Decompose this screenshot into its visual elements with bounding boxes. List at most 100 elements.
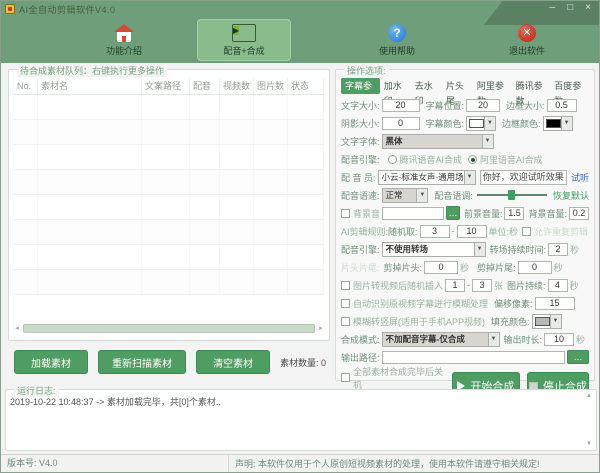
bg-volume-input[interactable]	[569, 207, 589, 220]
horizontal-scrollbar[interactable]: ◂ ▸	[13, 322, 325, 334]
subtitle-color-dropdown[interactable]: ▼	[466, 116, 496, 131]
transition-time-input[interactable]	[548, 243, 568, 256]
bgm-checkbox[interactable]	[341, 209, 350, 218]
cut-tail-label: 剪掉片尾:	[477, 261, 516, 274]
transition-dropdown[interactable]: 不使用转场▼	[382, 242, 486, 257]
subtitle-position-input[interactable]	[466, 99, 500, 112]
tab-subtitle-params[interactable]: 字幕参数	[341, 78, 380, 94]
output-duration-input[interactable]	[544, 333, 574, 346]
fill-color-label: 填充颜色:	[491, 315, 530, 328]
output-path-row: 输出路径: …	[341, 349, 589, 365]
clear-material-button[interactable]: 清空素材	[196, 350, 270, 374]
tab-add-watermark[interactable]: 加水印	[380, 78, 411, 94]
scroll-left-icon[interactable]: ◂	[13, 324, 21, 332]
pic-duration-input[interactable]	[548, 279, 568, 292]
cut-head-label: 剪掉片头:	[384, 261, 423, 274]
chevron-down-icon: ▼	[474, 243, 485, 256]
bgm-browse-button[interactable]: …	[446, 206, 460, 220]
head-tail-ghost-label: 片头片尾:	[341, 261, 380, 274]
engine-row: 配音引擎: 腾讯语音AI合成 阿里语音AI合成	[341, 151, 589, 167]
toolbar-button-intro[interactable]: 功能介绍	[85, 19, 163, 61]
col-dub: 配音	[190, 78, 220, 94]
shutdown-checkbox[interactable]	[341, 373, 350, 382]
output-path-input[interactable]	[382, 351, 565, 364]
tab-intro-outro[interactable]: 片头尾	[442, 78, 473, 94]
tab-baidu-params[interactable]: 百度参数	[550, 78, 589, 94]
insert-max-input[interactable]	[472, 279, 492, 292]
maximize-button[interactable]: □	[567, 3, 573, 13]
material-table[interactable]: No. 素材名 文案路径 配音 视频数 图片数 状态	[14, 78, 324, 316]
toolbar-button-help[interactable]: ? 使用帮助	[355, 19, 439, 61]
log-line: 2019-10-22 10:48:37 -> 素材加载完毕，共[0]个素材..	[10, 395, 582, 408]
scroll-right-icon[interactable]: ▸	[317, 324, 325, 332]
fg-volume-input[interactable]	[504, 207, 524, 220]
shadow-size-input[interactable]	[382, 117, 420, 130]
font-dropdown[interactable]: 黑体▼	[382, 134, 494, 149]
material-count: 素材数量: 0	[280, 356, 326, 369]
range-dash: -	[452, 226, 455, 236]
tencent-engine-label: 腾讯语音AI合成	[400, 153, 463, 166]
cut-tail-input[interactable]	[518, 261, 552, 274]
load-material-button[interactable]: 加载素材	[14, 350, 88, 374]
queue-groupbox: 待合成素材队列：右键执行更多操作 No. 素材名 文案路径 配音 视频数 图片数…	[8, 69, 330, 341]
border-color-dropdown[interactable]: ▼	[543, 116, 573, 131]
ali-engine-radio[interactable]	[468, 155, 477, 164]
reset-default-link[interactable]: 恢复默认	[553, 189, 589, 202]
offset-input[interactable]	[535, 297, 575, 310]
offset-label: 偏移像素:	[494, 297, 533, 310]
rescan-material-button[interactable]: 重新扫描素材	[98, 350, 186, 374]
tone-slider[interactable]	[477, 190, 547, 200]
tencent-engine-radio[interactable]	[388, 155, 397, 164]
output-browse-button[interactable]: …	[567, 350, 589, 364]
cut-head-input[interactable]	[424, 261, 458, 274]
text-size-label: 文字大小:	[341, 99, 380, 112]
seconds-unit: 秒	[460, 261, 469, 274]
options-legend: 操作选项:	[344, 64, 389, 77]
table-row	[14, 145, 324, 170]
scroll-down-icon[interactable]: ▼	[586, 441, 592, 447]
border-size-input[interactable]	[547, 99, 577, 112]
toolbar-button-exit[interactable]: ✕ 退出软件	[487, 19, 567, 61]
preview-text-button[interactable]: 你好，欢迎试听效果	[480, 170, 567, 185]
queue-legend: 待合成素材队列：右键执行更多操作	[17, 64, 167, 77]
seconds-unit: 秒	[554, 261, 563, 274]
repeat-clip-checkbox[interactable]	[522, 227, 531, 236]
portrait-checkbox[interactable]	[341, 317, 350, 326]
minimize-button[interactable]: –	[550, 3, 556, 13]
bg-volume-label: 背景音量:	[528, 207, 567, 220]
seconds-unit: 秒	[576, 333, 585, 346]
clip-rule-row: AI剪辑规则: 随机取: - 单位:秒 允许重复剪辑	[341, 223, 589, 239]
options-tabs: 字幕参数 加水印 去水印 片头尾 阿里参数 腾讯参数 百度参数	[341, 78, 589, 94]
random-max-input[interactable]	[457, 225, 487, 238]
slider-thumb[interactable]	[508, 190, 515, 200]
shutdown-label: 全部素材合成完毕后关机	[353, 365, 452, 391]
col-no: No.	[14, 78, 38, 94]
ali-engine-label: 阿里语音AI合成	[480, 153, 543, 166]
tab-remove-watermark[interactable]: 去水印	[411, 78, 442, 94]
close-button[interactable]: ×	[585, 3, 591, 13]
vertical-scrollbar[interactable]: ▲ ▼	[584, 393, 594, 447]
range-dash: -	[467, 280, 470, 290]
version-label: 版本号: V4.0	[1, 455, 229, 472]
random-min-input[interactable]	[420, 225, 450, 238]
blur-subtitle-checkbox[interactable]	[341, 299, 350, 308]
scrollbar-thumb[interactable]	[23, 324, 315, 333]
col-script-path: 文案路径	[142, 78, 190, 94]
compose-mode-dropdown[interactable]: 不加配音字幕-仅合成▼	[382, 332, 500, 347]
tone-label: 配音语调:	[434, 189, 473, 202]
voice-actor-dropdown[interactable]: 小云-标准女声-通用场景▼	[378, 170, 476, 185]
col-image-count: 图片数	[254, 78, 288, 94]
bgm-path-input[interactable]	[382, 207, 444, 220]
text-size-input[interactable]	[382, 99, 420, 112]
audition-link[interactable]: 试听	[571, 171, 589, 184]
toolbar-label: 配音+合成	[223, 44, 264, 57]
insert-pic-checkbox[interactable]	[341, 281, 350, 290]
tab-tencent-params[interactable]: 腾讯参数	[512, 78, 551, 94]
seconds-unit: 秒	[570, 243, 579, 256]
fill-color-dropdown[interactable]: ▼	[532, 314, 562, 329]
insert-min-input[interactable]	[445, 279, 465, 292]
scroll-up-icon[interactable]: ▲	[586, 393, 592, 399]
speed-dropdown[interactable]: 正常▼	[382, 188, 429, 203]
toolbar-button-dub-compose[interactable]: ▶ 配音+合成	[197, 19, 291, 61]
tab-ali-params[interactable]: 阿里参数	[473, 78, 512, 94]
